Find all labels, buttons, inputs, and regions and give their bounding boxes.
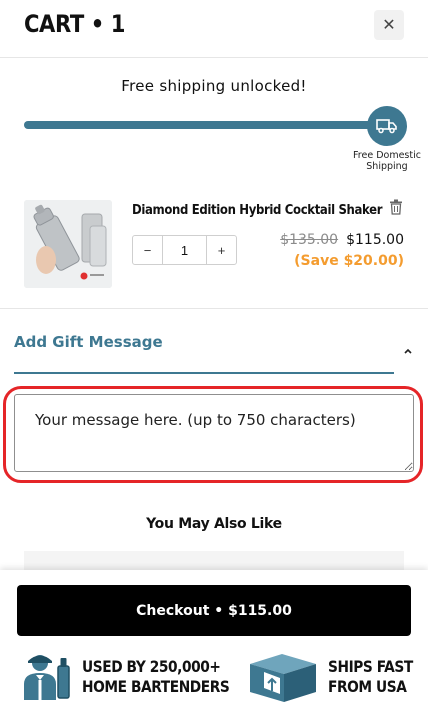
close-icon: ✕ bbox=[382, 17, 396, 34]
bartenders-badge-line1: USED BY 250,000+ bbox=[82, 657, 221, 676]
product-name[interactable]: Diamond Edition Hybrid Cocktail Shaker bbox=[132, 203, 383, 218]
chevron-up-icon[interactable] bbox=[402, 346, 414, 356]
recommendations-title: You May Also Like bbox=[146, 516, 282, 532]
quantity-value[interactable]: 1 bbox=[163, 236, 206, 264]
cart-line-item: Diamond Edition Hybrid Cocktail Shaker −… bbox=[0, 185, 428, 309]
compare-at-price: $135.00 bbox=[280, 232, 339, 248]
checkout-button[interactable]: Checkout • $115.00 bbox=[17, 585, 411, 636]
truck-icon bbox=[367, 106, 407, 146]
close-button[interactable]: ✕ bbox=[374, 10, 404, 40]
cart-header: CART • 1 ✕ bbox=[0, 0, 428, 58]
price-row: $135.00 $115.00 bbox=[280, 232, 404, 248]
quantity-increase-button[interactable]: + bbox=[206, 236, 236, 264]
shipping-progress-fill bbox=[24, 121, 394, 129]
shipping-goal-label: Free Domestic Shipping bbox=[353, 150, 421, 172]
gift-message-textarea[interactable] bbox=[14, 394, 414, 472]
ships-fast-badge: SHIPS FAST FROM USA bbox=[248, 650, 418, 704]
shipping-progress-bar bbox=[24, 121, 394, 129]
bartender-icon bbox=[24, 655, 70, 700]
shipping-box-icon bbox=[250, 654, 316, 702]
free-shipping-message: Free shipping unlocked! bbox=[121, 77, 307, 95]
product-image[interactable] bbox=[24, 200, 112, 288]
gift-message-divider bbox=[14, 372, 394, 374]
gift-message-toggle[interactable]: Add Gift Message bbox=[14, 333, 163, 351]
bartenders-badge-line2: HOME BARTENDERS bbox=[82, 677, 230, 696]
trash-icon[interactable] bbox=[389, 199, 403, 215]
quantity-stepper: − 1 + bbox=[132, 235, 237, 265]
sale-price: $115.00 bbox=[346, 232, 404, 248]
savings-label: (Save $20.00) bbox=[294, 253, 404, 269]
ships-fast-badge-line1: SHIPS FAST bbox=[328, 657, 413, 676]
cart-footer: Checkout • $115.00 USED BY 250,000+ HOME… bbox=[0, 570, 428, 716]
cart-title: CART • 1 bbox=[24, 10, 125, 38]
quantity-decrease-button[interactable]: − bbox=[133, 236, 163, 264]
ships-fast-badge-line2: FROM USA bbox=[328, 677, 407, 696]
bartenders-badge: USED BY 250,000+ HOME BARTENDERS bbox=[22, 650, 230, 704]
